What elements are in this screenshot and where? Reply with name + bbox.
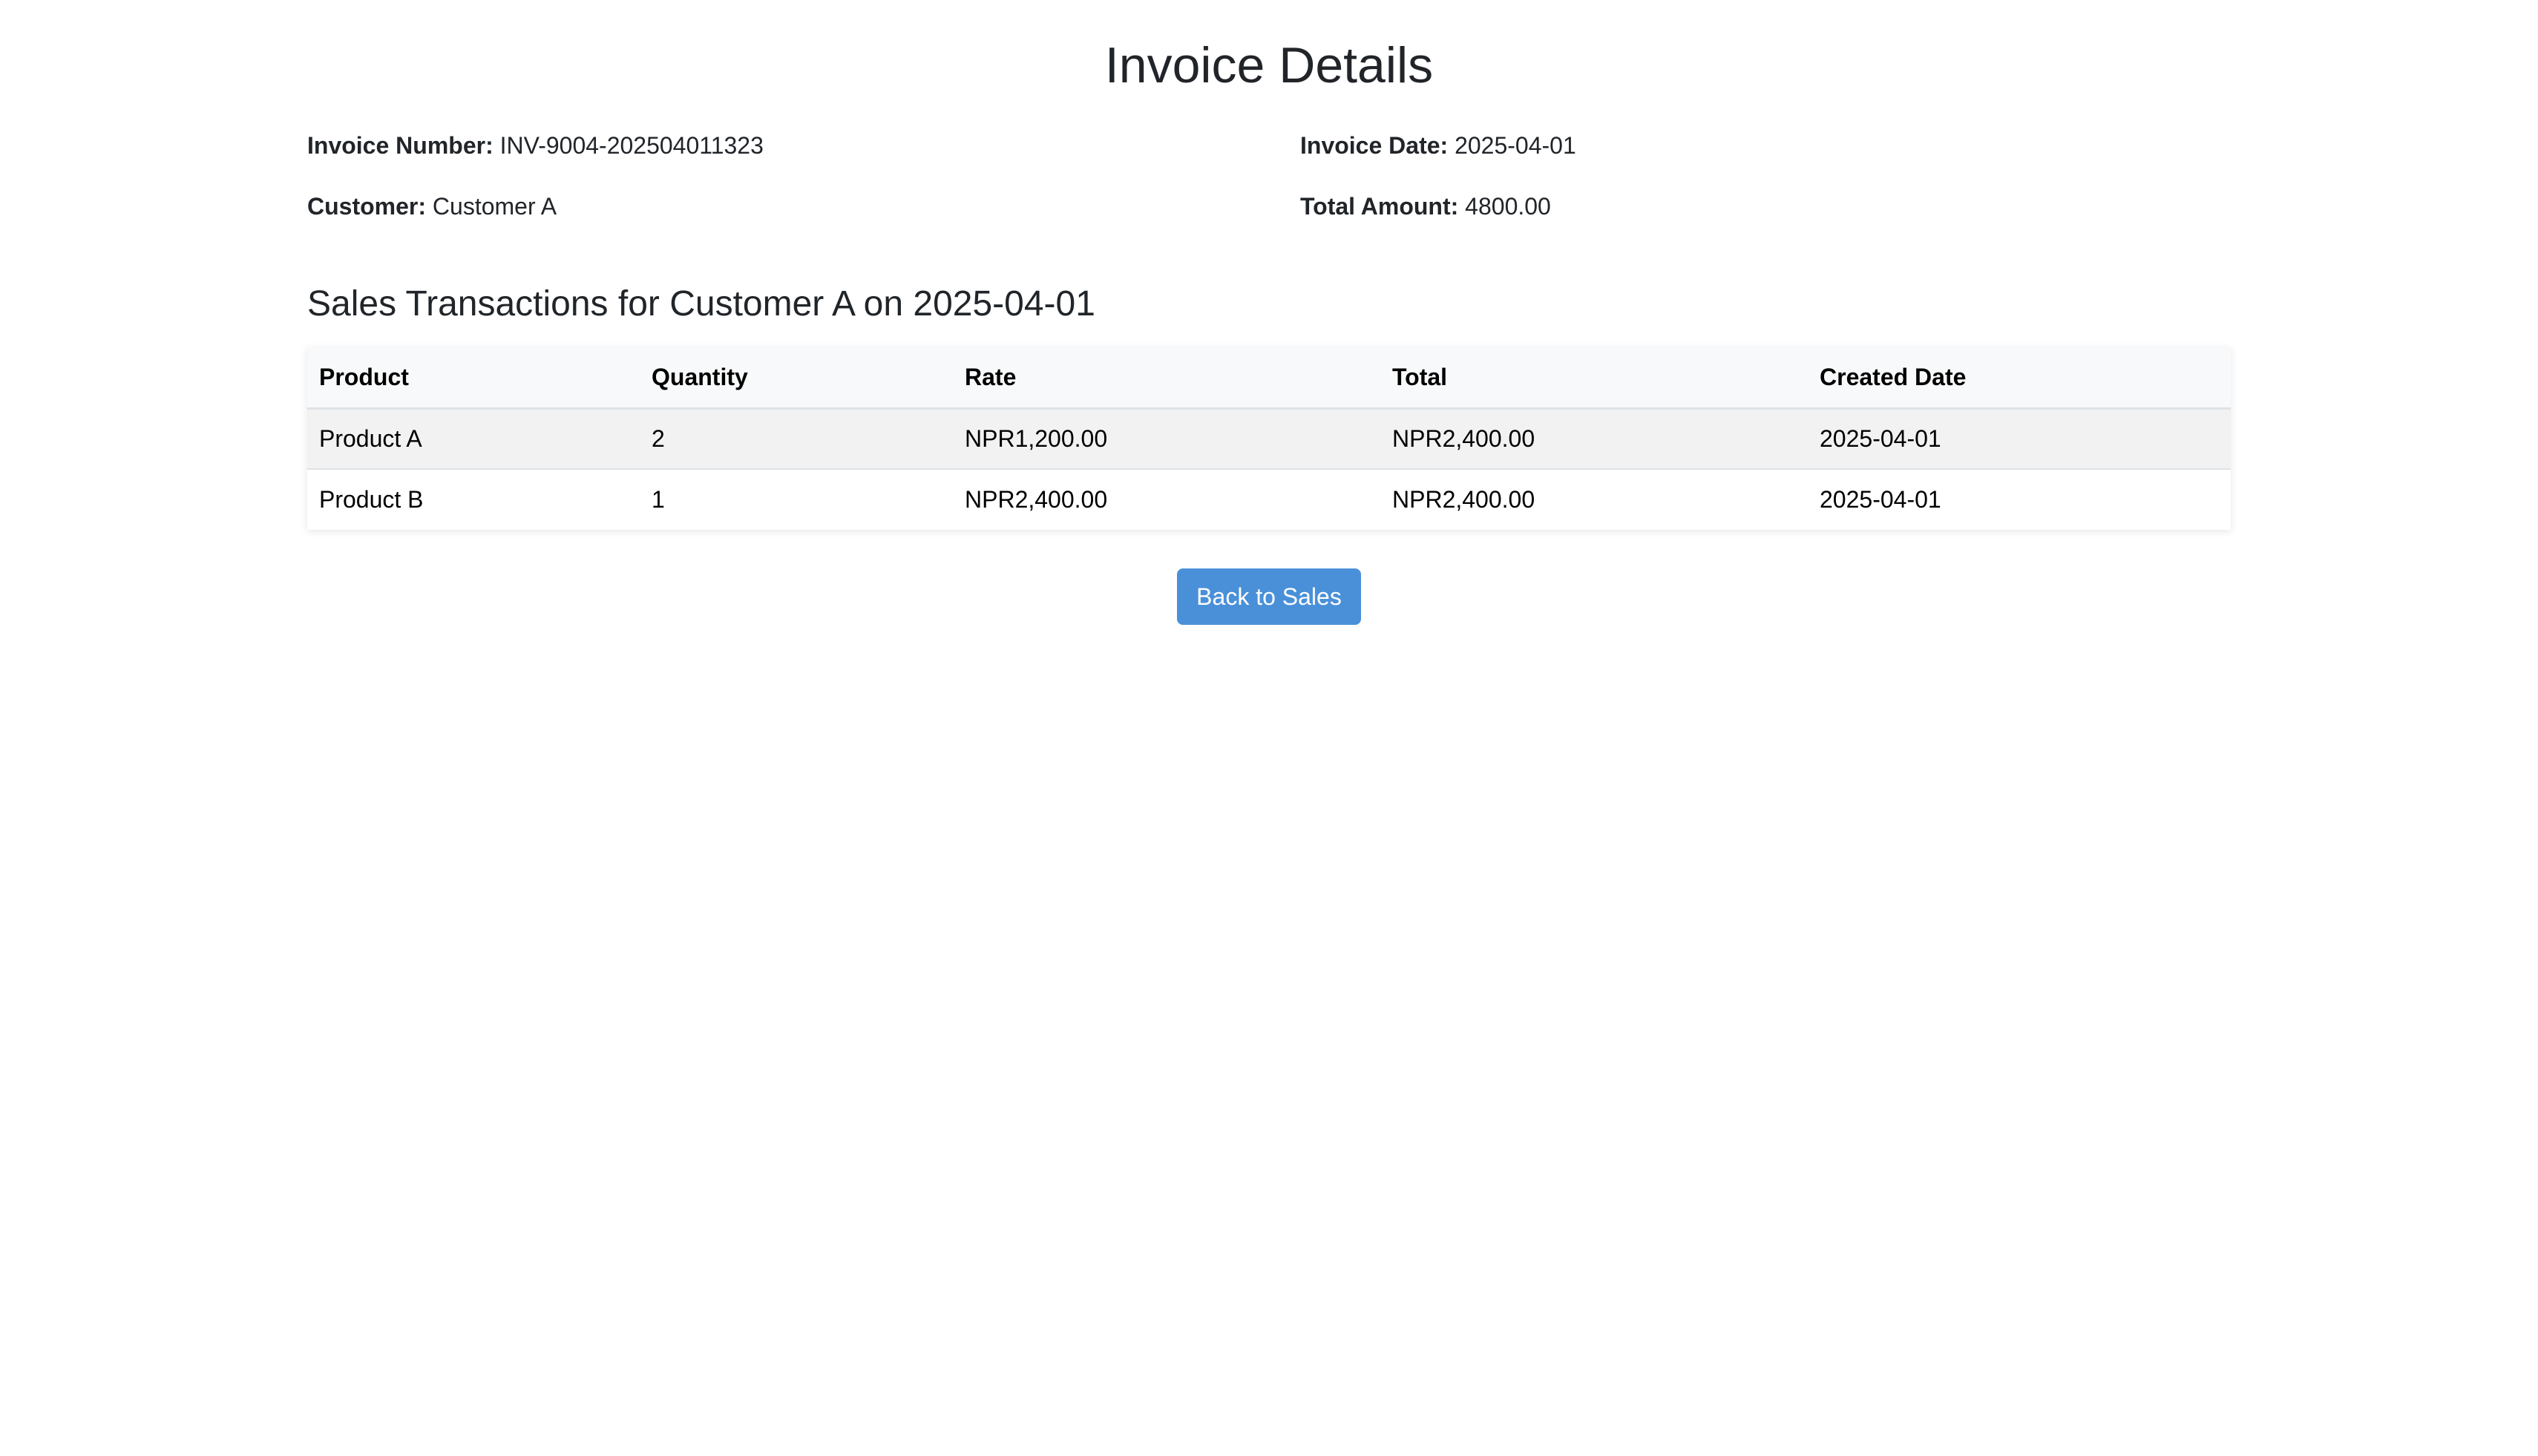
invoice-details-page: Invoice Details Invoice Number: INV-9004… [0, 0, 2538, 1456]
total-amount-label: Total Amount: [1300, 193, 1459, 220]
transactions-heading: Sales Transactions for Customer A on 202… [307, 284, 1095, 324]
column-header-quantity: Quantity [640, 347, 953, 410]
invoice-date-label: Invoice Date: [1300, 132, 1449, 159]
transactions-table-wrapper: Product Quantity Rate Total Created Date… [307, 347, 2231, 530]
column-header-total: Total [1380, 347, 1808, 410]
invoice-date-value: 2025-04-01 [1455, 132, 1576, 159]
column-header-created-date: Created Date [1808, 347, 2231, 410]
customer-line: Customer: Customer A [307, 188, 557, 224]
customer-value: Customer A [432, 193, 557, 220]
invoice-date-line: Invoice Date: 2025-04-01 [1300, 128, 1576, 163]
table-row: Product A 2 NPR1,200.00 NPR2,400.00 2025… [307, 407, 2231, 469]
table-header-row: Product Quantity Rate Total Created Date [307, 347, 2231, 410]
cell-rate: NPR2,400.00 [953, 468, 1380, 530]
column-header-rate: Rate [953, 347, 1380, 410]
cell-created-date: 2025-04-01 [1808, 407, 2231, 469]
cell-total: NPR2,400.00 [1380, 407, 1808, 469]
invoice-number-value: INV-9004-202504011323 [499, 132, 764, 159]
cell-quantity: 2 [640, 407, 953, 469]
table-row: Product B 1 NPR2,400.00 NPR2,400.00 2025… [307, 468, 2231, 530]
customer-label: Customer: [307, 193, 427, 220]
transactions-table: Product Quantity Rate Total Created Date… [307, 347, 2231, 530]
invoice-number-label: Invoice Number: [307, 132, 494, 159]
back-to-sales-button[interactable]: Back to Sales [1177, 568, 1361, 625]
cell-product: Product A [307, 407, 640, 469]
total-amount-value: 4800.00 [1465, 193, 1551, 220]
page-title: Invoice Details [1104, 37, 1434, 94]
column-header-product: Product [307, 347, 640, 410]
invoice-number-line: Invoice Number: INV-9004-202504011323 [307, 128, 764, 163]
cell-product: Product B [307, 468, 640, 530]
total-amount-line: Total Amount: 4800.00 [1300, 188, 1551, 224]
cell-created-date: 2025-04-01 [1808, 468, 2231, 530]
cell-rate: NPR1,200.00 [953, 407, 1380, 469]
cell-total: NPR2,400.00 [1380, 468, 1808, 530]
cell-quantity: 1 [640, 468, 953, 530]
